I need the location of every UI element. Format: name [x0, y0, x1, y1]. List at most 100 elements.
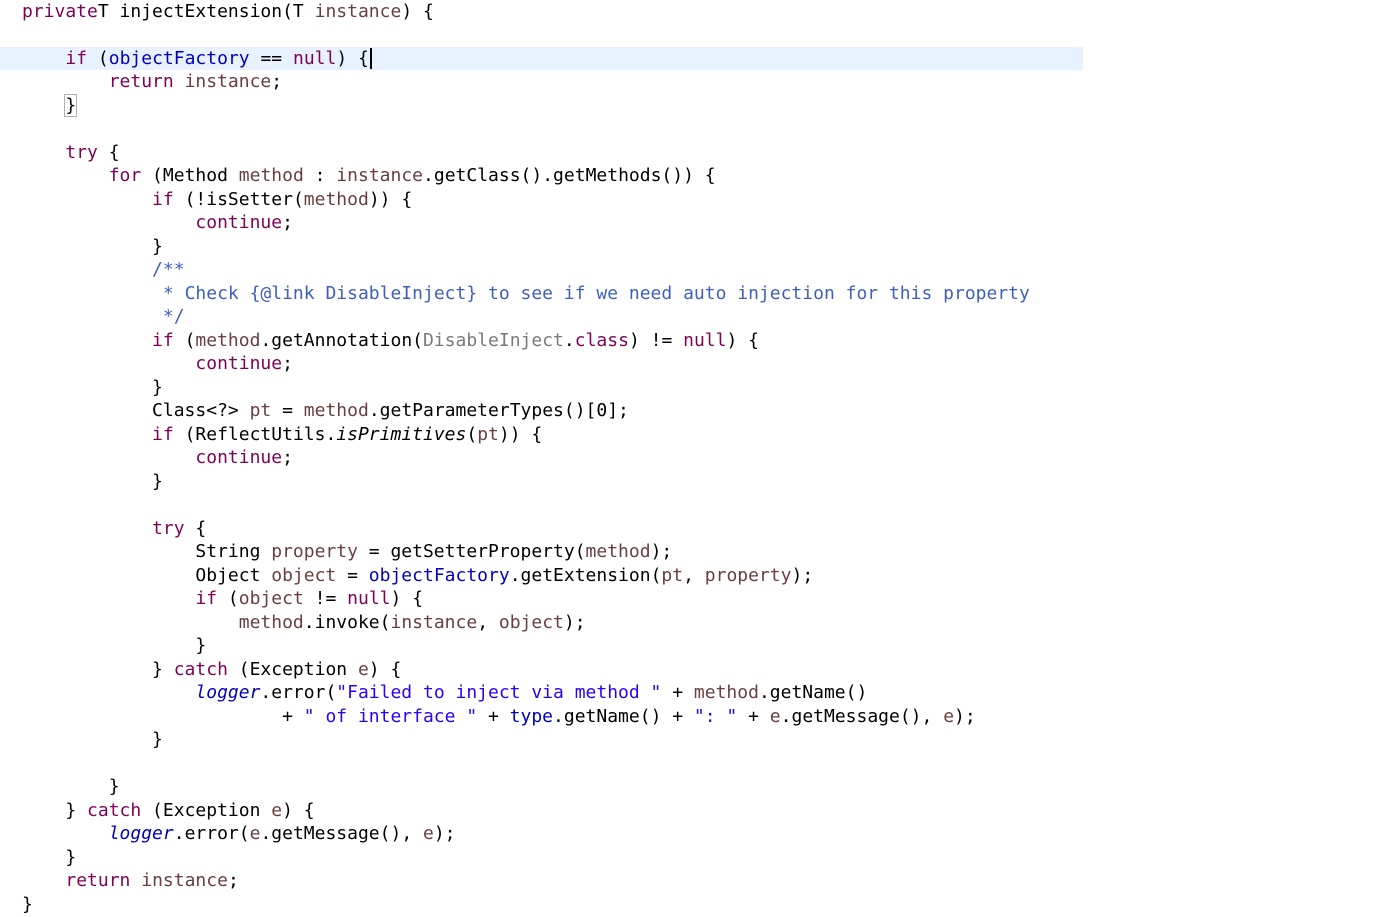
variable-token: method: [303, 400, 369, 421]
code-line[interactable]: for (Method method : instance.getClass()…: [0, 164, 716, 188]
variable-token: e: [271, 799, 283, 821]
keyword-token: for: [108, 165, 142, 186]
static-field-token: logger: [195, 682, 261, 703]
variable-token: object: [271, 564, 337, 586]
code-line[interactable]: logger.error(e.getMessage(), e);: [0, 822, 456, 846]
code-text: ) {: [336, 47, 369, 69]
variable-token: instance: [314, 0, 402, 22]
code-text: ,: [477, 611, 499, 633]
javadoc-comment-token: */: [162, 306, 185, 327]
keyword-token: catch: [173, 658, 228, 680]
code-text: .getExtension(: [509, 564, 662, 586]
code-line[interactable]: }: [0, 728, 163, 752]
keyword-token: private: [22, 0, 98, 22]
code-line[interactable]: [0, 493, 22, 517]
code-line[interactable]: if (object != null) {: [0, 587, 423, 611]
variable-token: e: [423, 823, 434, 844]
keyword-token: null: [347, 588, 391, 609]
code-line[interactable]: [0, 23, 22, 47]
code-text: }: [22, 235, 163, 257]
code-line[interactable]: }: [0, 634, 206, 658]
variable-token: instance: [390, 611, 478, 633]
code-line[interactable]: if (method.getAnnotation(DisableInject.c…: [0, 329, 759, 353]
code-text: ) {: [368, 658, 402, 680]
code-line[interactable]: method.invoke(instance, object);: [0, 611, 586, 635]
code-line[interactable]: Object object = objectFactory.getExtensi…: [0, 564, 813, 588]
code-line[interactable]: continue;: [0, 211, 293, 235]
code-text: }: [22, 893, 33, 915]
code-text: }: [22, 635, 207, 656]
code-text: }: [22, 658, 174, 680]
code-text: (: [466, 423, 478, 445]
code-text: .invoke(: [303, 611, 391, 633]
string-literal-token: ": ": [693, 705, 738, 727]
code-text: (: [173, 329, 196, 351]
code-editor[interactable]: privateT injectExtension(T instance) { i…: [0, 0, 1388, 917]
code-line[interactable]: /**: [0, 258, 185, 282]
code-text: +: [22, 705, 304, 727]
code-line[interactable]: }: [0, 846, 76, 870]
code-line[interactable]: logger.error("Failed to inject via metho…: [0, 681, 867, 705]
code-text: );: [433, 823, 456, 844]
code-line[interactable]: } catch (Exception e) {: [0, 658, 401, 682]
code-text: ;: [282, 353, 293, 374]
code-text: =: [336, 564, 369, 586]
keyword-token: class: [574, 329, 629, 351]
code-text: );: [563, 611, 586, 633]
code-line[interactable]: [0, 752, 22, 776]
code-line[interactable]: continue;: [0, 446, 293, 470]
code-line[interactable]: * Check {@link DisableInject} to see if …: [0, 282, 1030, 306]
variable-token: instance: [336, 165, 424, 186]
code-text: .getMessage(),: [260, 823, 423, 844]
code-text: ;: [271, 71, 283, 92]
code-text: }: [22, 846, 77, 868]
code-line[interactable]: String property = getSetterProperty(meth…: [0, 540, 672, 564]
keyword-token: if: [152, 423, 174, 445]
code-line[interactable]: continue;: [0, 352, 293, 376]
code-text: Class<?>: [22, 400, 250, 421]
keyword-token: if: [65, 47, 88, 69]
code-text: ;: [282, 447, 293, 468]
code-line[interactable]: try {: [0, 517, 206, 541]
variable-token: e: [249, 823, 261, 844]
code-text: =: [271, 400, 304, 421]
code-line[interactable]: if (ReflectUtils.isPrimitives(pt)) {: [0, 423, 542, 447]
variable-token: method: [303, 188, 369, 210]
code-line[interactable]: }: [0, 470, 163, 494]
current-code-line[interactable]: if (objectFactory == null) {: [0, 46, 1083, 70]
code-line[interactable]: if (!isSetter(method)) {: [0, 188, 412, 212]
code-line[interactable]: }: [0, 235, 163, 259]
code-line[interactable]: }: [0, 775, 120, 799]
static-method-token: isPrimitives: [336, 423, 467, 445]
code-line[interactable]: privateT injectExtension(T instance) {: [0, 0, 434, 23]
code-line[interactable]: [0, 117, 22, 141]
code-line[interactable]: return instance;: [0, 70, 282, 94]
code-line[interactable]: }: [0, 93, 78, 118]
variable-token: method: [693, 682, 759, 703]
code-text: (: [87, 47, 109, 69]
code-line[interactable]: } catch (Exception e) {: [0, 799, 314, 823]
code-text: );: [791, 564, 814, 586]
code-line[interactable]: return instance;: [0, 869, 238, 893]
code-line[interactable]: }: [0, 376, 163, 400]
code-line[interactable]: Class<?> pt = method.getParameterTypes()…: [0, 399, 629, 423]
keyword-token: return: [108, 71, 174, 92]
keyword-token: if: [152, 188, 174, 210]
code-text: .getParameterTypes()[0];: [368, 400, 629, 421]
code-line[interactable]: try {: [0, 141, 119, 165]
code-text: }: [22, 799, 88, 821]
code-line[interactable]: + " of interface " + type.getName() + ":…: [0, 705, 976, 729]
code-line[interactable]: */: [0, 305, 185, 329]
code-text: .getAnnotation(: [260, 329, 424, 351]
code-line[interactable]: }: [0, 893, 33, 917]
variable-token: object: [498, 611, 564, 633]
field-token: type: [509, 705, 554, 727]
